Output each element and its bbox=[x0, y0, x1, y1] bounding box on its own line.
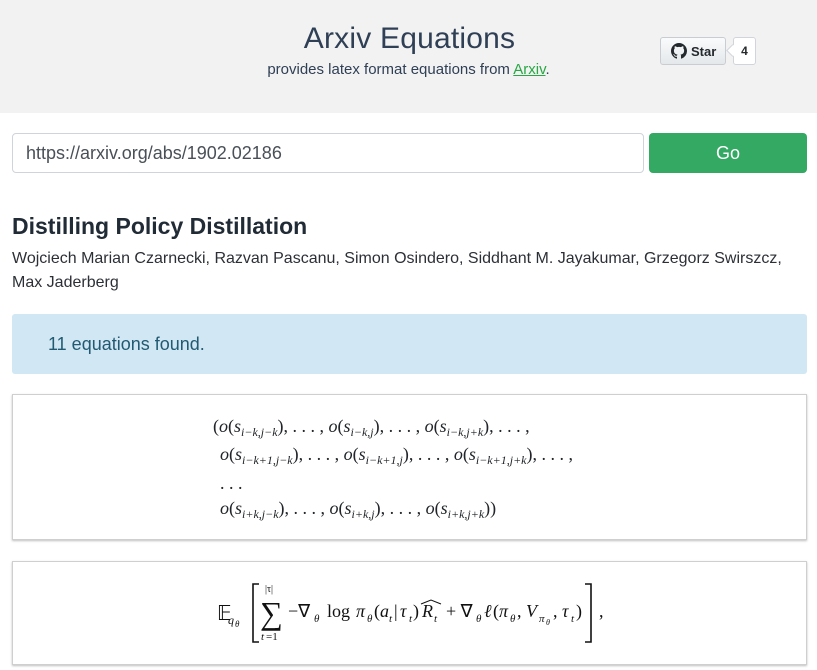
github-icon bbox=[671, 43, 687, 59]
equations-found-alert: 11 equations found. bbox=[12, 314, 807, 374]
svg-text:t: t bbox=[434, 613, 438, 625]
svg-text:π: π bbox=[499, 601, 509, 621]
svg-text:π: π bbox=[539, 613, 545, 625]
svg-text:R: R bbox=[421, 601, 433, 621]
equation-render: 𝔼 q θ |τ| ∑ t =1 −∇ θ log π θ ( a t | τ … bbox=[217, 583, 604, 643]
github-star-button[interactable]: Star bbox=[660, 37, 726, 65]
svg-text:−∇: −∇ bbox=[288, 601, 311, 621]
svg-text:t: t bbox=[261, 631, 265, 643]
subtitle-text: provides latex format equations from bbox=[267, 61, 514, 78]
equation-line: (o(si−k,j−k), . . . , o(si−k,j), . . . ,… bbox=[213, 416, 530, 439]
svg-text:t: t bbox=[389, 613, 393, 625]
equation-card: (o(si−k,j−k), . . . , o(si−k,j), . . . ,… bbox=[12, 394, 807, 540]
svg-text:|τ|: |τ| bbox=[265, 584, 273, 595]
svg-text:q: q bbox=[228, 613, 234, 627]
svg-text:|: | bbox=[394, 601, 398, 621]
svg-text:θ: θ bbox=[510, 613, 516, 625]
svg-text:,: , bbox=[517, 601, 522, 621]
svg-text:t: t bbox=[571, 613, 575, 625]
subtitle-suffix: . bbox=[545, 61, 550, 78]
paper-title: Distilling Policy Distillation bbox=[12, 213, 308, 239]
svg-text:θ: θ bbox=[546, 618, 550, 627]
svg-text:=1: =1 bbox=[266, 631, 278, 643]
star-count[interactable]: 4 bbox=[733, 37, 756, 65]
arxiv-link[interactable]: Arxiv bbox=[513, 61, 545, 78]
equation-card: 𝔼 q θ |τ| ∑ t =1 −∇ θ log π θ ( a t | τ … bbox=[12, 561, 807, 665]
svg-text:τ: τ bbox=[400, 601, 407, 621]
star-label: Star bbox=[691, 43, 717, 59]
svg-text:θ: θ bbox=[314, 613, 320, 625]
equation-line: o(si+k,j−k), . . . , o(si+k,j), . . . , … bbox=[220, 498, 497, 521]
svg-text:a: a bbox=[380, 601, 389, 621]
svg-text:log: log bbox=[327, 601, 350, 621]
go-button[interactable]: Go bbox=[649, 133, 807, 173]
svg-text:,: , bbox=[599, 601, 604, 621]
equation-line: o(si−k+1,j−k), . . . , o(si−k+1,j), . . … bbox=[220, 444, 573, 467]
svg-text:ℓ: ℓ bbox=[484, 601, 492, 621]
svg-text:τ: τ bbox=[562, 601, 569, 621]
svg-text:∑: ∑ bbox=[260, 595, 283, 631]
arxiv-url-input[interactable] bbox=[12, 133, 644, 173]
svg-text:,: , bbox=[553, 601, 558, 621]
svg-text:): ) bbox=[576, 601, 582, 622]
svg-text:+ ∇: + ∇ bbox=[446, 601, 474, 621]
svg-text:π: π bbox=[356, 601, 366, 621]
svg-text:): ) bbox=[413, 601, 419, 622]
header: Arxiv Equations provides latex format eq… bbox=[0, 0, 817, 113]
svg-text:θ: θ bbox=[367, 613, 373, 625]
svg-text:θ: θ bbox=[476, 613, 482, 625]
svg-text:V: V bbox=[526, 601, 539, 621]
paper-authors: Wojciech Marian Czarnecki, Razvan Pascan… bbox=[12, 250, 782, 291]
equation-line: . . . bbox=[220, 473, 243, 493]
svg-text:θ: θ bbox=[235, 619, 240, 629]
